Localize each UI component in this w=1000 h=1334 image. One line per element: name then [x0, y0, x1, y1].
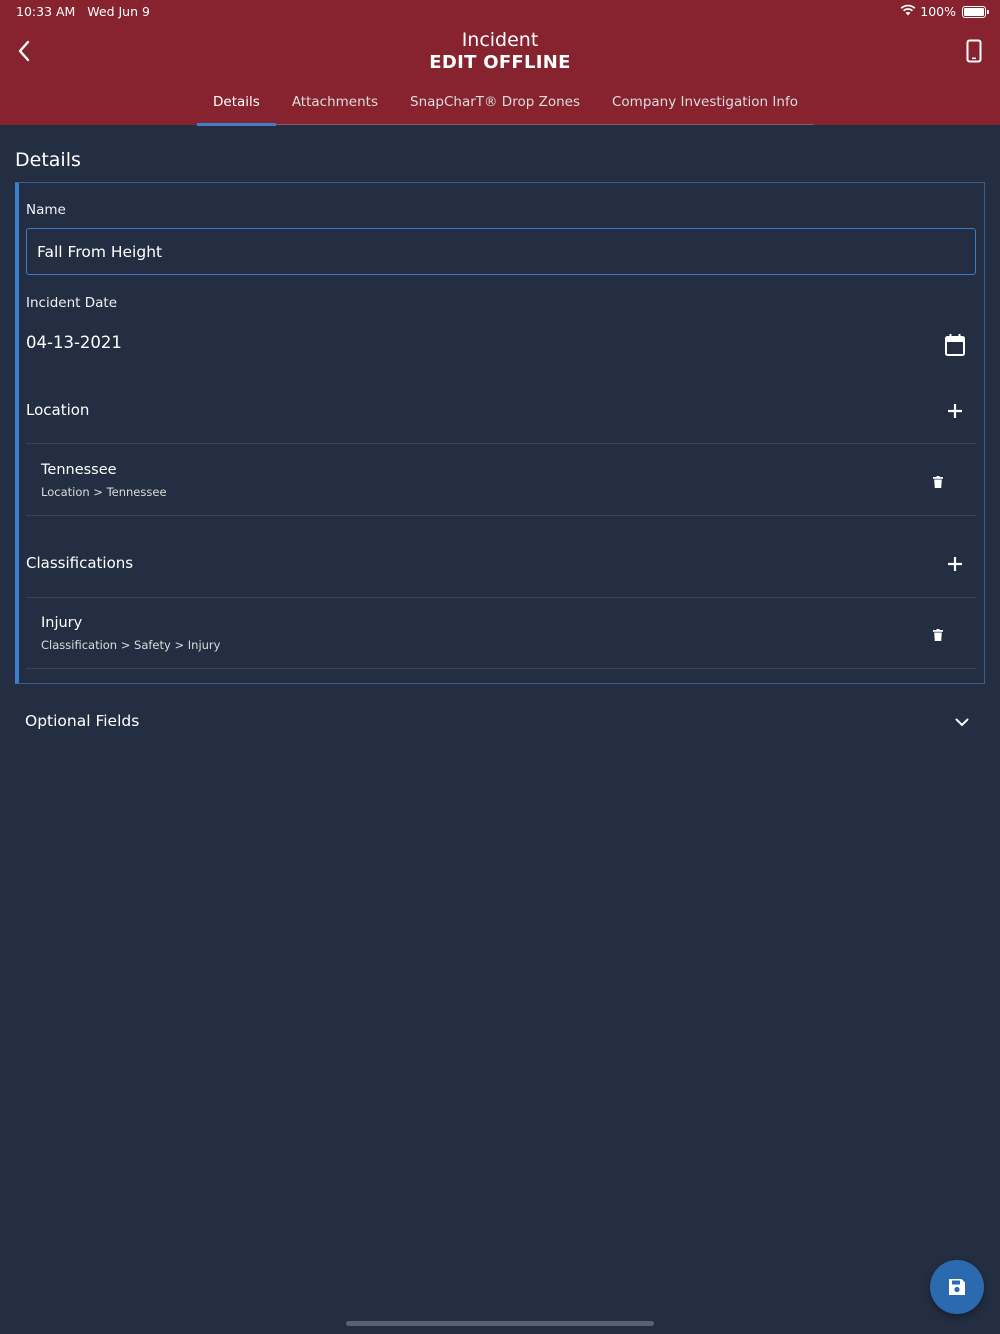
status-time: 10:33 AM Wed Jun 9	[16, 4, 150, 19]
optional-fields-expand-button[interactable]	[952, 712, 972, 732]
tab-attachments[interactable]: Attachments	[276, 82, 394, 125]
incident-date-label: Incident Date	[26, 295, 117, 311]
plus-icon	[948, 404, 962, 418]
phone-device-icon	[966, 39, 982, 63]
optional-fields-toggle[interactable]: Optional Fields	[25, 712, 139, 730]
add-classification-button[interactable]	[940, 549, 970, 579]
tab-company-investigation-info[interactable]: Company Investigation Info	[596, 82, 814, 125]
location-item-divider	[26, 515, 976, 516]
page-title: Incident	[461, 29, 539, 51]
classification-item-path: Classification > Safety > Injury	[41, 638, 221, 652]
header-title-block: Incident EDIT OFFLINE	[0, 28, 1000, 74]
classifications-divider	[26, 597, 976, 598]
classification-item-name: Injury	[41, 615, 83, 631]
trash-icon	[933, 476, 943, 488]
device-mode-button[interactable]	[962, 36, 986, 66]
location-divider	[26, 443, 976, 444]
location-item-path: Location > Tennessee	[41, 485, 167, 499]
home-indicator	[346, 1321, 654, 1326]
details-card: Name Incident Date 04-13-2021 Location T…	[15, 182, 985, 684]
save-button[interactable]	[930, 1260, 984, 1314]
battery-percent: 100%	[920, 4, 956, 19]
classifications-title: Classifications	[26, 554, 134, 572]
calendar-icon	[945, 334, 965, 356]
name-input[interactable]	[26, 228, 976, 275]
status-date: Wed Jun 9	[87, 4, 150, 19]
section-title: Details	[15, 149, 81, 171]
delete-location-button[interactable]	[926, 470, 950, 494]
battery-icon	[962, 5, 989, 18]
status-indicators: 100%	[900, 4, 989, 19]
chevron-down-icon	[955, 718, 969, 726]
date-picker-button[interactable]	[940, 330, 970, 360]
plus-icon	[948, 557, 962, 571]
tab-details[interactable]: Details	[197, 82, 276, 126]
page-subtitle: EDIT OFFLINE	[429, 52, 571, 73]
delete-classification-button[interactable]	[926, 623, 950, 647]
add-location-button[interactable]	[940, 396, 970, 426]
app-header: 10:33 AM Wed Jun 9 100% Incident EDIT OF…	[0, 0, 1000, 126]
name-label: Name	[26, 202, 66, 218]
tab-bar: Details Attachments SnapCharT® Drop Zone…	[197, 82, 814, 126]
status-clock: 10:33 AM	[16, 4, 76, 19]
trash-icon	[933, 629, 943, 641]
location-item-name: Tennessee	[41, 462, 117, 478]
tab-snapchart-drop-zones[interactable]: SnapCharT® Drop Zones	[394, 82, 596, 125]
wifi-icon	[900, 4, 916, 19]
classification-item-divider	[26, 668, 976, 669]
incident-date-value[interactable]: 04-13-2021	[26, 333, 122, 352]
save-icon	[949, 1279, 965, 1295]
location-title: Location	[26, 401, 90, 419]
